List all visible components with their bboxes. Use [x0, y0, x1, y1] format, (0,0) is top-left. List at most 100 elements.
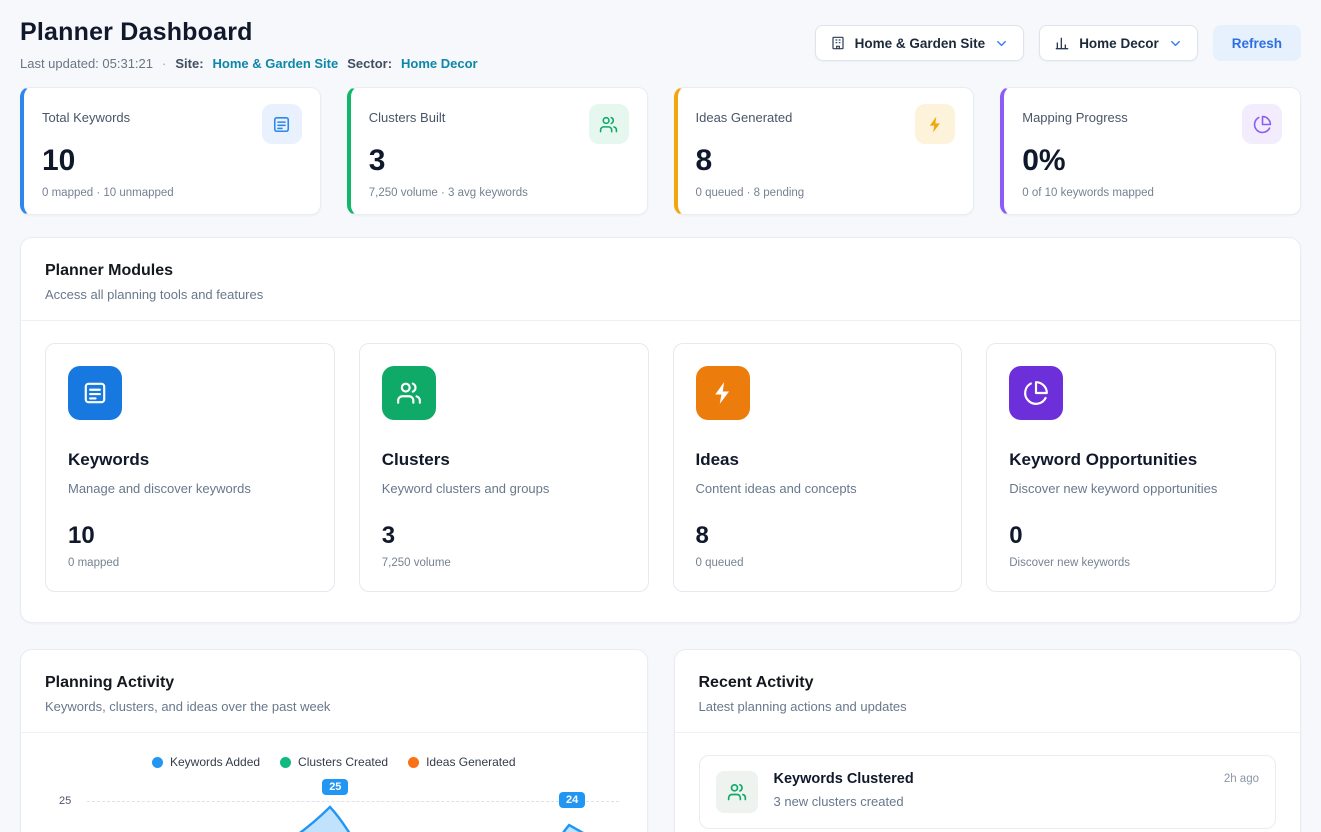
module-card-keyword-opportunities[interactable]: Keyword Opportunities Discover new keywo…	[986, 343, 1276, 592]
chevron-down-icon	[994, 36, 1009, 51]
page-header: Planner Dashboard Last updated: 05:31:21…	[20, 18, 1301, 71]
bottom-row: Planning Activity Keywords, clusters, an…	[20, 649, 1301, 832]
recent-activity-panel: Recent Activity Latest planning actions …	[674, 649, 1302, 832]
keywords-added-series-line	[87, 791, 619, 832]
divider	[21, 732, 647, 733]
y-axis-tick: 25	[59, 795, 71, 807]
legend-label: Clusters Created	[298, 755, 388, 769]
users-icon	[716, 771, 758, 813]
pie-chart-icon	[1242, 104, 1282, 144]
meta-separator: ·	[162, 56, 166, 71]
pie-chart-icon	[1009, 366, 1063, 420]
last-updated-text: Last updated: 05:31:21	[20, 56, 153, 71]
header-controls: Home & Garden Site Home Decor Refresh	[815, 25, 1301, 61]
stat-label: Mapping Progress	[1022, 104, 1128, 125]
planning-activity-panel: Planning Activity Keywords, clusters, an…	[20, 649, 648, 832]
data-point-label: 25	[322, 779, 348, 795]
module-description: Content ideas and concepts	[696, 481, 940, 496]
planner-modules-panel: Planner Modules Access all planning tool…	[20, 237, 1301, 623]
activity-timestamp: 2h ago	[1224, 771, 1259, 785]
legend-item-ideas-generated: Ideas Generated	[408, 755, 515, 769]
modules-section-title: Planner Modules	[45, 262, 1276, 280]
site-link[interactable]: Home & Garden Site	[213, 56, 339, 71]
module-description: Manage and discover keywords	[68, 481, 312, 496]
legend-dot-orange	[408, 757, 419, 768]
divider	[21, 320, 1300, 321]
stat-card-total-keywords: Total Keywords 10 0 mapped · 10 unmapped	[20, 87, 321, 215]
module-title: Clusters	[382, 450, 626, 470]
page-meta: Last updated: 05:31:21 · Site: Home & Ga…	[20, 56, 478, 71]
stat-value: 0%	[1022, 144, 1282, 178]
divider	[675, 732, 1301, 733]
module-description: Discover new keyword opportunities	[1009, 481, 1253, 496]
document-icon	[262, 104, 302, 144]
legend-item-clusters-created: Clusters Created	[280, 755, 388, 769]
stat-detail: 0 queued · 8 pending	[696, 187, 956, 199]
building-icon	[830, 35, 846, 51]
module-value: 0	[1009, 522, 1253, 550]
legend-label: Ideas Generated	[426, 755, 515, 769]
users-icon	[382, 366, 436, 420]
planner-dashboard-page: Planner Dashboard Last updated: 05:31:21…	[0, 0, 1321, 832]
bar-chart-icon	[1054, 35, 1070, 51]
refresh-button[interactable]: Refresh	[1213, 25, 1301, 61]
module-detail: Discover new keywords	[1009, 557, 1253, 569]
header-left: Planner Dashboard Last updated: 05:31:21…	[20, 18, 478, 71]
module-title: Ideas	[696, 450, 940, 470]
module-card-clusters[interactable]: Clusters Keyword clusters and groups 3 7…	[359, 343, 649, 592]
sector-label: Sector:	[347, 56, 392, 71]
legend-label: Keywords Added	[170, 755, 260, 769]
site-label: Site:	[175, 56, 203, 71]
activity-detail: 3 new clusters created	[774, 794, 914, 809]
stat-card-clusters-built: Clusters Built 3 7,250 volume · 3 avg ke…	[347, 87, 648, 215]
modules-section-subtitle: Access all planning tools and features	[45, 287, 1276, 302]
module-detail: 7,250 volume	[382, 557, 626, 569]
stat-card-mapping-progress: Mapping Progress 0% 0 of 10 keywords map…	[1000, 87, 1301, 215]
chevron-down-icon	[1168, 36, 1183, 51]
legend-dot-blue	[152, 757, 163, 768]
chart-legend: Keywords Added Clusters Created Ideas Ge…	[45, 755, 623, 769]
module-title: Keyword Opportunities	[1009, 450, 1253, 470]
stat-label: Total Keywords	[42, 104, 130, 125]
sector-dropdown-label: Home Decor	[1079, 36, 1159, 51]
stat-detail: 0 mapped · 10 unmapped	[42, 187, 302, 199]
document-icon	[68, 366, 122, 420]
stat-value: 8	[696, 144, 956, 178]
legend-dot-green	[280, 757, 291, 768]
stat-detail: 7,250 volume · 3 avg keywords	[369, 187, 629, 199]
stat-value: 3	[369, 144, 629, 178]
module-value: 8	[696, 522, 940, 550]
module-description: Keyword clusters and groups	[382, 481, 626, 496]
sector-dropdown[interactable]: Home Decor	[1039, 25, 1198, 61]
data-point-label: 24	[559, 792, 585, 808]
stat-label: Clusters Built	[369, 104, 446, 125]
line-chart: 25 25 24	[45, 779, 623, 832]
activity-text: Keywords Clustered 3 new clusters create…	[774, 771, 914, 809]
stat-label: Ideas Generated	[696, 104, 793, 125]
stat-card-ideas-generated: Ideas Generated 8 0 queued · 8 pending	[674, 87, 975, 215]
site-dropdown[interactable]: Home & Garden Site	[815, 25, 1025, 61]
lightning-icon	[696, 366, 750, 420]
lightning-icon	[915, 104, 955, 144]
module-detail: 0 mapped	[68, 557, 312, 569]
planning-activity-subtitle: Keywords, clusters, and ideas over the p…	[45, 699, 623, 714]
module-value: 10	[68, 522, 312, 550]
module-value: 3	[382, 522, 626, 550]
legend-item-keywords-added: Keywords Added	[152, 755, 260, 769]
page-title: Planner Dashboard	[20, 18, 478, 47]
sector-link[interactable]: Home Decor	[401, 56, 478, 71]
activity-title: Keywords Clustered	[774, 771, 914, 787]
planning-activity-title: Planning Activity	[45, 674, 623, 692]
stat-detail: 0 of 10 keywords mapped	[1022, 187, 1282, 199]
activity-item-keywords-clustered: Keywords Clustered 3 new clusters create…	[699, 755, 1277, 829]
recent-activity-subtitle: Latest planning actions and updates	[699, 699, 1277, 714]
module-detail: 0 queued	[696, 557, 940, 569]
module-card-keywords[interactable]: Keywords Manage and discover keywords 10…	[45, 343, 335, 592]
recent-activity-title: Recent Activity	[699, 674, 1277, 692]
modules-grid: Keywords Manage and discover keywords 10…	[45, 343, 1276, 592]
module-card-ideas[interactable]: Ideas Content ideas and concepts 8 0 que…	[673, 343, 963, 592]
stat-value: 10	[42, 144, 302, 178]
users-icon	[589, 104, 629, 144]
stats-row: Total Keywords 10 0 mapped · 10 unmapped…	[20, 87, 1301, 215]
module-title: Keywords	[68, 450, 312, 470]
